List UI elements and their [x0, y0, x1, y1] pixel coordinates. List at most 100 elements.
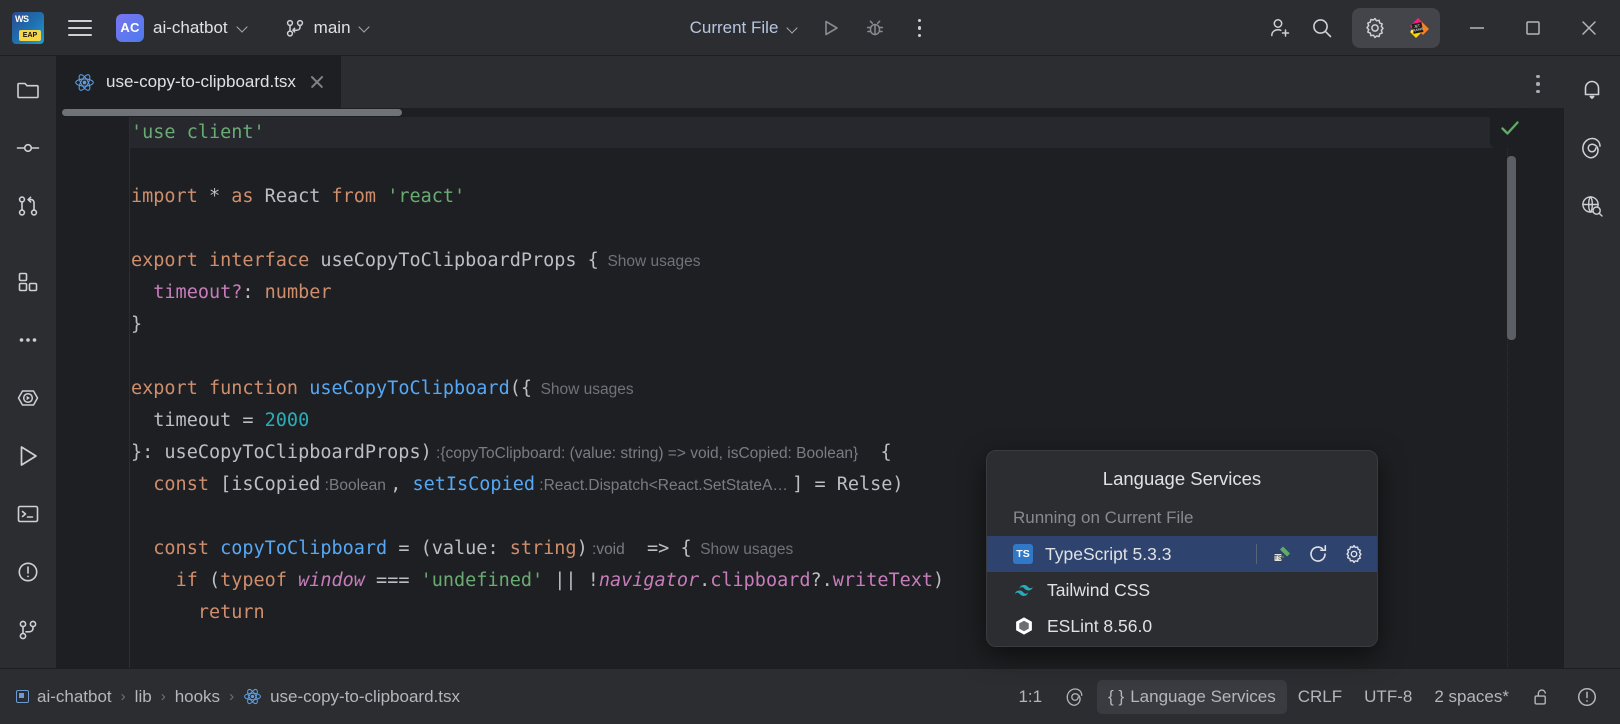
tab-options-icon[interactable] — [1526, 72, 1550, 96]
code-token: copyToClipboard — [220, 538, 387, 559]
code-token — [287, 570, 298, 591]
ai-assistant-icon: JET BRAINS — [1404, 15, 1430, 41]
run-configuration-selector[interactable]: Current File — [681, 11, 808, 45]
sidebar-item-pull-requests[interactable] — [8, 186, 48, 226]
project-selector[interactable]: AC ai-chatbot — [112, 11, 256, 45]
breadcrumb-item-project[interactable]: ai-chatbot — [16, 687, 112, 707]
branch-selector[interactable]: main — [276, 11, 378, 45]
main-menu-icon[interactable] — [60, 8, 100, 48]
sidebar-item-notifications[interactable] — [1572, 70, 1612, 110]
sidebar-item-run-anything[interactable] — [8, 378, 48, 418]
code-token: 'undefined' — [421, 570, 544, 591]
code-line[interactable]: } — [131, 309, 1511, 341]
maximize-icon — [1522, 17, 1544, 39]
code-line[interactable] — [131, 341, 1511, 373]
sidebar-item-ai-assistant[interactable] — [1572, 128, 1612, 168]
settings-ai-group: JET BRAINS — [1352, 8, 1440, 48]
more-actions-button[interactable] — [899, 8, 939, 48]
maximize-button[interactable] — [1506, 0, 1560, 56]
close-window-button[interactable] — [1562, 0, 1616, 56]
spiral-icon — [1064, 686, 1086, 708]
close-tab-icon[interactable] — [307, 72, 327, 92]
run-button[interactable] — [811, 8, 851, 48]
debug-button[interactable] — [855, 8, 895, 48]
code-token — [209, 538, 220, 559]
language-service-row-tailwind[interactable]: Tailwind CSS — [987, 572, 1377, 608]
status-bar-right: 1:1 { } Language Services CRLF UTF-8 2 s… — [1007, 678, 1620, 716]
invite-people-icon — [1267, 15, 1293, 41]
settings-gear-icon[interactable] — [1343, 543, 1365, 565]
code-token: export — [131, 378, 198, 399]
sidebar-item-run[interactable] — [8, 436, 48, 476]
scrollbar-thumb[interactable] — [62, 109, 402, 116]
breadcrumb-item-lib[interactable]: lib — [135, 687, 152, 707]
editor-vertical-scrollbar[interactable] — [1507, 156, 1516, 340]
restart-icon[interactable] — [1307, 543, 1329, 565]
sidebar-item-project[interactable] — [8, 70, 48, 110]
title-bar-left: WS EAP AC ai-chatbot main — [0, 0, 378, 56]
code-line[interactable]: timeout = 2000 — [131, 405, 1511, 437]
language-service-label: ESLint 8.56.0 — [1047, 616, 1365, 637]
code-line[interactable]: export function useCopyToClipboard({ Sho… — [131, 373, 1511, 405]
sidebar-item-problems[interactable] — [8, 552, 48, 592]
unlocked-icon — [1531, 686, 1553, 708]
language-services-widget[interactable]: { } Language Services — [1097, 680, 1287, 714]
settings-button[interactable] — [1355, 8, 1395, 48]
sidebar-item-structure[interactable] — [8, 262, 48, 302]
code-token — [198, 378, 209, 399]
compile-icon[interactable]: TS — [1271, 543, 1293, 565]
editor-horizontal-scrollbar[interactable] — [62, 108, 1502, 117]
project-name: ai-chatbot — [153, 18, 228, 38]
encoding-widget[interactable]: UTF-8 — [1353, 680, 1423, 714]
editor-tab-label: use-copy-to-clipboard.tsx — [106, 72, 296, 92]
editor-tab[interactable]: use-copy-to-clipboard.tsx — [56, 56, 341, 108]
sidebar-item-more[interactable] — [8, 320, 48, 360]
editor-gutter[interactable] — [56, 117, 130, 668]
code-token: === — [365, 570, 421, 591]
run-icon — [820, 17, 842, 39]
ai-status-widget[interactable] — [1053, 679, 1097, 715]
code-token — [198, 250, 209, 271]
code-token: }: useCopyToClipboardProps) — [131, 442, 432, 463]
code-token: navigator — [599, 570, 699, 591]
search-everywhere-button[interactable] — [1302, 8, 1342, 48]
caret-position[interactable]: 1:1 — [1007, 680, 1053, 714]
language-service-row-typescript[interactable]: TS TypeScript 5.3.3 TS — [987, 536, 1377, 572]
code-token: { — [858, 442, 891, 463]
breadcrumb-item-file[interactable]: use-copy-to-clipboard.tsx — [243, 687, 460, 707]
typescript-icon: TS — [1013, 544, 1033, 564]
react-icon — [243, 687, 262, 706]
code-token: writeText — [833, 570, 933, 591]
sidebar-item-terminal[interactable] — [8, 494, 48, 534]
ai-assistant-button[interactable]: JET BRAINS — [1397, 8, 1437, 48]
line-separator-widget[interactable]: CRLF — [1287, 680, 1353, 714]
code-line[interactable] — [131, 213, 1511, 245]
run-hexagon-icon — [14, 384, 42, 412]
inspections-ok-checkmark[interactable] — [1490, 108, 1530, 148]
popup-section-label: Running on Current File — [987, 496, 1377, 536]
breadcrumb-label: lib — [135, 687, 152, 707]
code-line[interactable]: import * as React from 'react' — [131, 181, 1511, 213]
tailwind-icon — [1013, 579, 1035, 601]
minimize-button[interactable] — [1450, 0, 1504, 56]
problems-widget[interactable] — [1564, 678, 1610, 716]
invite-people-button[interactable] — [1260, 8, 1300, 48]
chevron-down-icon — [237, 22, 248, 33]
sidebar-item-web-search[interactable] — [1572, 186, 1612, 226]
code-line[interactable]: 'use client' — [131, 117, 1511, 149]
structure-icon — [15, 269, 41, 295]
breadcrumb-item-hooks[interactable]: hooks — [175, 687, 220, 707]
divider — [1256, 544, 1257, 564]
code-line[interactable]: timeout?: number — [131, 277, 1511, 309]
code-token — [320, 186, 331, 207]
code-token: * — [209, 186, 220, 207]
sidebar-item-version-control[interactable] — [8, 610, 48, 650]
code-line[interactable] — [131, 149, 1511, 181]
code-token: :{copyToClipboard: (value: string) => vo… — [432, 445, 859, 462]
language-service-row-eslint[interactable]: ESLint 8.56.0 — [987, 608, 1377, 644]
sidebar-item-commit[interactable] — [8, 128, 48, 168]
readonly-toggle[interactable] — [1520, 679, 1564, 715]
code-line[interactable]: export interface useCopyToClipboardProps… — [131, 245, 1511, 277]
indent-widget[interactable]: 2 spaces* — [1423, 680, 1520, 714]
code-token: Show usages — [599, 253, 701, 270]
